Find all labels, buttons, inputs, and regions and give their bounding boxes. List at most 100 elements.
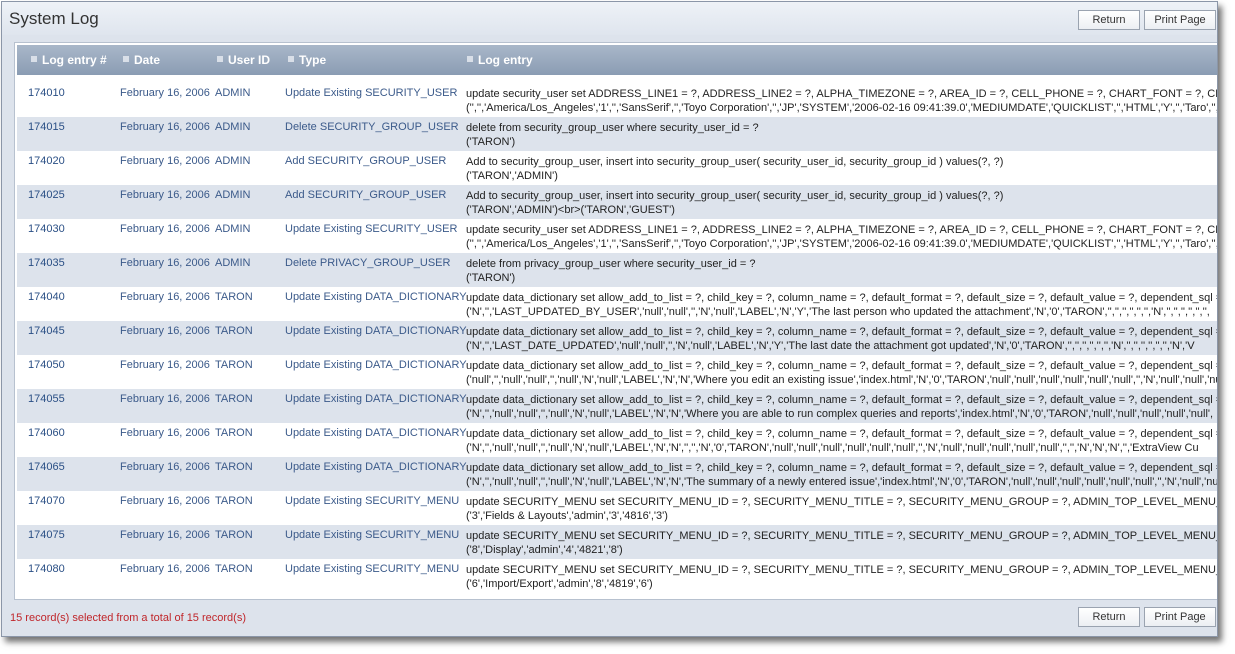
log-user-id: ADMIN (215, 223, 251, 235)
log-entry-text: update data_dictionary set allow_add_to_… (466, 359, 1218, 387)
log-entry-values: ('N','','LAST_UPDATED_BY_USER','null','n… (466, 306, 1210, 318)
log-entry-number-link[interactable]: 174065 (28, 461, 65, 473)
log-entry-number-link[interactable]: 174045 (28, 325, 65, 337)
log-entry-values: ('','','America/Los_Angeles','1','','San… (466, 238, 1218, 250)
log-entry-text: Add to security_group_user, insert into … (466, 155, 1003, 183)
log-entry-number-link[interactable]: 174040 (28, 291, 65, 303)
table-row: 174065 February 16, 2006 TARON Update Exist… (17, 457, 1217, 491)
log-entry-statement: update SECURITY_MENU set SECURITY_MENU_I… (466, 530, 1218, 542)
log-entry-number-link[interactable]: 174060 (28, 427, 65, 439)
column-header-date[interactable]: Date (123, 53, 160, 67)
log-date: February 16, 2006 (120, 291, 210, 303)
log-entry-statement: Add to security_group_user, insert into … (466, 156, 1004, 168)
log-date: February 16, 2006 (120, 257, 210, 269)
log-entry-text: delete from security_group_user where se… (466, 121, 759, 149)
log-user-id: TARON (215, 461, 253, 473)
log-entry-number-link[interactable]: 174070 (28, 495, 65, 507)
log-date: February 16, 2006 (120, 325, 210, 337)
log-user-id: ADMIN (215, 155, 251, 167)
log-type: Update Existing SECURITY_USER (285, 223, 458, 235)
log-entry-number-link[interactable]: 174050 (28, 359, 65, 371)
log-user-id: TARON (215, 427, 253, 439)
log-entry-text: update data_dictionary set allow_add_to_… (466, 461, 1217, 489)
column-header-log-entry[interactable]: Log entry (467, 53, 533, 67)
log-entry-text: update security_user set ADDRESS_LINE1 =… (466, 87, 1218, 115)
log-entry-text: update data_dictionary set allow_add_to_… (466, 427, 1217, 455)
log-user-id: TARON (215, 529, 253, 541)
log-user-id: ADMIN (215, 121, 251, 133)
log-entry-statement: delete from security_group_user where se… (466, 122, 759, 134)
column-header-type[interactable]: Type (288, 53, 326, 67)
log-date: February 16, 2006 (120, 529, 210, 541)
log-type: Update Existing SECURITY_MENU (285, 495, 460, 507)
log-type: Update Existing DATA_DICTIONARY (285, 393, 467, 405)
table-row: 174045 February 16, 2006 TARON Update Exist… (17, 321, 1218, 355)
log-entry-text: Add to security_group_user, insert into … (466, 189, 1003, 217)
log-entry-statement: update data_dictionary set allow_add_to_… (466, 326, 1218, 338)
table-row: 174050 February 16, 2006 TARON Update Exist… (17, 355, 1218, 389)
log-entry-number-link[interactable]: 174035 (28, 257, 65, 269)
table-row: 174060 February 16, 2006 TARON Update Exist… (17, 423, 1217, 457)
table-row: 174055 February 16, 2006 TARON Update Exist… (17, 389, 1218, 423)
table-row: 174030 February 16, 2006 ADMIN Update Exist… (17, 219, 1218, 253)
log-entry-number-link[interactable]: 174025 (28, 189, 65, 201)
table-row: 174020 February 16, 2006 ADMIN Add SECURITY… (17, 151, 1217, 185)
log-entry-values: ('TARON') (466, 136, 516, 148)
log-user-id: TARON (215, 291, 253, 303)
log-entry-statement: update security_user set ADDRESS_LINE1 =… (466, 224, 1218, 236)
title-bar: System Log Return Print Page (2, 2, 1217, 35)
log-entry-values: ('N','','null','null','','null','N','nul… (466, 442, 1199, 454)
log-entry-text: update data_dictionary set allow_add_to_… (466, 325, 1218, 353)
log-entry-number-link[interactable]: 174030 (28, 223, 65, 235)
log-type: Update Existing SECURITY_USER (285, 87, 458, 99)
log-entry-number-link[interactable]: 174015 (28, 121, 65, 133)
log-entry-values: ('','','America/Los_Angeles','1','','San… (466, 102, 1218, 114)
table-row: 174075 February 16, 2006 TARON Update Exist… (17, 525, 1218, 559)
log-entry-statement: update data_dictionary set allow_add_to_… (466, 292, 1218, 304)
log-date: February 16, 2006 (120, 155, 210, 167)
log-type: Update Existing DATA_DICTIONARY (285, 461, 467, 473)
log-entry-number-link[interactable]: 174075 (28, 529, 65, 541)
log-table-body: 174010 February 16, 2006 ADMIN Update Exist… (17, 83, 1218, 593)
log-type: Add SECURITY_GROUP_USER (285, 155, 447, 167)
log-entry-values: ('null','','null','null','','null','N','… (466, 374, 1218, 386)
log-user-id: ADMIN (215, 189, 251, 201)
log-date: February 16, 2006 (120, 359, 210, 371)
log-entry-statement: update security_user set ADDRESS_LINE1 =… (466, 88, 1218, 100)
table-row: 174025 February 16, 2006 ADMIN Add SECURITY… (17, 185, 1217, 219)
log-table-panel: Log entry # Date User ID Type Log entry … (14, 42, 1218, 600)
log-entry-values: ('8','Display','admin','4','4821','8') (466, 544, 623, 556)
log-entry-text: update SECURITY_MENU set SECURITY_MENU_I… (466, 563, 1217, 591)
log-user-id: TARON (215, 563, 253, 575)
table-row: 174010 February 16, 2006 ADMIN Update Exist… (17, 83, 1218, 117)
records-status: 15 record(s) selected from a total of 15… (10, 612, 246, 624)
log-entry-text: update data_dictionary set allow_add_to_… (466, 291, 1218, 319)
log-entry-statement: update data_dictionary set allow_add_to_… (466, 394, 1218, 406)
log-entry-text: update data_dictionary set allow_add_to_… (466, 393, 1218, 421)
log-entry-number-link[interactable]: 174055 (28, 393, 65, 405)
table-row: 174015 February 16, 2006 ADMIN Delete SECUR… (17, 117, 1217, 151)
log-entry-number-link[interactable]: 174010 (28, 87, 65, 99)
log-date: February 16, 2006 (120, 87, 210, 99)
table-row: 174035 February 16, 2006 ADMIN Delete PRIVA… (17, 253, 1217, 287)
log-entry-number-link[interactable]: 174020 (28, 155, 65, 167)
return-button-bottom[interactable]: Return (1078, 607, 1140, 627)
log-user-id: ADMIN (215, 257, 251, 269)
print-page-button-bottom[interactable]: Print Page (1144, 607, 1216, 627)
log-entry-statement: delete from privacy_group_user where sec… (466, 258, 756, 270)
log-entry-number-link[interactable]: 174080 (28, 563, 65, 575)
log-entry-values: ('N','','LAST_DATE_UPDATED','null','null… (466, 340, 1195, 352)
table-row: 174070 February 16, 2006 TARON Update Exist… (17, 491, 1217, 525)
log-entry-text: delete from privacy_group_user where sec… (466, 257, 756, 285)
log-entry-values: ('TARON','ADMIN')<br>('TARON','GUEST') (466, 204, 675, 216)
print-page-button-top[interactable]: Print Page (1144, 10, 1216, 30)
log-entry-statement: update data_dictionary set allow_add_to_… (466, 360, 1218, 372)
column-header-log-entry-number[interactable]: Log entry # (31, 53, 107, 67)
log-entry-text: update SECURITY_MENU set SECURITY_MENU_I… (466, 529, 1218, 557)
log-date: February 16, 2006 (120, 461, 210, 473)
log-type: Update Existing DATA_DICTIONARY (285, 427, 467, 439)
return-button-top[interactable]: Return (1078, 10, 1140, 30)
column-header-user-id[interactable]: User ID (217, 53, 270, 67)
log-user-id: TARON (215, 495, 253, 507)
log-type: Update Existing SECURITY_MENU (285, 563, 460, 575)
